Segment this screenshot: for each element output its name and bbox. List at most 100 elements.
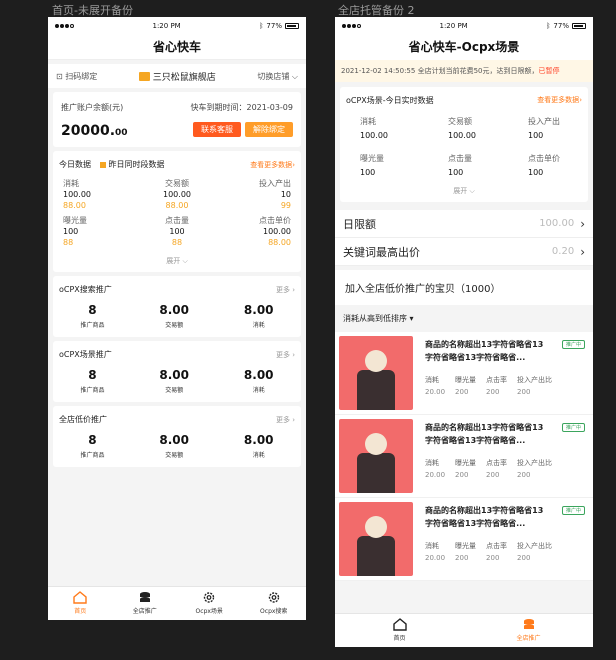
- product-name: 商品的名称超出13字符省略省13字符省略省13字符省略省...: [425, 340, 544, 362]
- stat-label: 投入产出比: [517, 376, 553, 384]
- account-card: 推广账户余额(元) 快车到期时间：2021-03-09 20000.00 联系客…: [53, 92, 301, 147]
- bluetooth-icon: ᛒ: [546, 21, 551, 30]
- expand-button[interactable]: 展开 ⌵: [53, 252, 301, 272]
- tab-ocpx-search[interactable]: Ocpx搜索: [242, 587, 307, 620]
- shop-bar: ⊡ 扫码绑定 三只松鼠旗舰店 切换店铺 ⌵: [48, 64, 306, 88]
- tab-home[interactable]: 首页: [48, 587, 113, 620]
- tab-store-promotion[interactable]: 全店推广: [113, 587, 178, 620]
- status-badge: 推广中: [561, 506, 585, 515]
- product-item[interactable]: 商品的名称超出13字符省略省13字符省略省13字符省略省... 推广中 消耗 20…: [335, 332, 593, 415]
- metric-value: 100: [63, 227, 79, 236]
- battery-icon: [571, 22, 586, 29]
- gear-icon: [268, 592, 279, 603]
- status-badge: 推广中: [561, 423, 585, 432]
- gear-icon: [204, 592, 215, 603]
- metric-label: 点击单价: [259, 216, 291, 225]
- balance-label: 推广账户余额(元): [61, 103, 124, 112]
- tab-store-promotion[interactable]: 全店推广: [464, 614, 593, 647]
- chevron-down-icon: ⌵: [182, 257, 188, 265]
- product-stat: 投入产出比 200: [517, 374, 552, 398]
- legend-swatch: [99, 161, 106, 168]
- metric-cell: 点击单价 100: [504, 153, 576, 178]
- view-more-label: 查看更多数据: [537, 96, 580, 104]
- product-stat: 曝光量 200: [455, 457, 476, 481]
- coins-icon: [523, 619, 534, 629]
- product-item[interactable]: 商品的名称超出13字符省略省13字符省略省13字符省略省... 推广中 消耗 20…: [335, 498, 593, 581]
- more-label: 更多: [275, 285, 290, 294]
- metric-label: 投入产出: [259, 179, 291, 188]
- metric-value: 100: [169, 227, 185, 236]
- bluetooth-icon: ᛒ: [259, 21, 264, 30]
- summary-item: 8.00 消耗: [244, 303, 274, 329]
- daily-limit-label: 日限额: [343, 217, 376, 231]
- battery-icon: [284, 22, 299, 29]
- summary-value: 8.00: [243, 368, 274, 382]
- summary-label: 推广商品: [80, 452, 105, 459]
- metric-cell: 点击量 100 88: [139, 215, 215, 248]
- stat-value: 20.00: [425, 471, 446, 479]
- product-image: [339, 336, 413, 410]
- notice-text: 2021-12-02 14:50:55 全店计划当前花费50元，达到日限额，: [341, 67, 539, 75]
- tab-home[interactable]: 首页: [335, 614, 464, 647]
- realtime-card: oCPX场景-今日实时数据 查看更多数据› 消耗 100.00 交易额 100.00…: [340, 87, 588, 202]
- contact-service-button[interactable]: 联系客服: [193, 121, 241, 137]
- summary-item: 8.00 交易额: [159, 303, 189, 329]
- summary-label: 交易额: [165, 387, 184, 394]
- metric-value: 100: [528, 131, 544, 140]
- stat-value: 20.00: [425, 554, 446, 562]
- stat-label: 投入产出比: [517, 459, 553, 467]
- daily-limit-row[interactable]: 日限额 100.00 ›: [335, 210, 593, 238]
- more-label: 更多: [275, 350, 290, 359]
- expand-button[interactable]: 展开 ⌵: [340, 180, 588, 202]
- more-link[interactable]: 更多 ›: [276, 350, 295, 360]
- switch-shop-button[interactable]: 切换店铺 ⌵: [257, 71, 298, 82]
- stat-label: 消耗: [425, 459, 439, 467]
- more-link[interactable]: 更多 ›: [276, 285, 295, 295]
- summary-item: 8 推广商品: [80, 368, 104, 394]
- product-stat: 消耗 20.00: [425, 457, 445, 481]
- product-name: 商品的名称超出13字符省略省13字符省略省13字符省略省...: [425, 506, 544, 528]
- stat-value: 200: [517, 471, 531, 479]
- today-metrics: 消耗 100.00 88.00 交易额 100.00 88.00 投入产出 10 99 曝光…: [53, 174, 301, 252]
- view-more-data-link[interactable]: 查看更多数据›: [250, 160, 295, 170]
- summary-value: 8.00: [159, 433, 189, 447]
- product-stat: 曝光量 200: [455, 540, 476, 564]
- metric-cell: 投入产出 10 99: [215, 178, 291, 211]
- unbind-button[interactable]: 解除绑定: [245, 121, 293, 137]
- summary-value: 8.00: [159, 368, 189, 382]
- summary-value: 8: [88, 433, 97, 447]
- metric-cell: 交易额 100.00 88.00: [139, 178, 215, 211]
- expand-label: 展开: [453, 187, 468, 195]
- stat-label: 曝光量: [455, 542, 477, 550]
- stat-label: 投入产出比: [517, 542, 553, 550]
- stat-label: 点击率: [486, 376, 508, 384]
- sort-label: 消耗从高到低排序: [343, 314, 407, 323]
- metric-cell: 曝光量 100 88: [63, 215, 139, 248]
- summary-label: 推广商品: [80, 322, 105, 329]
- tab-ocpx-scene[interactable]: Ocpx场景: [177, 587, 242, 620]
- summary-value: 8: [88, 368, 97, 382]
- page-title: 省心快车: [48, 34, 306, 60]
- stat-label: 曝光量: [455, 376, 477, 384]
- chevron-right-icon: ›: [580, 244, 585, 259]
- product-image: [339, 419, 413, 493]
- view-more-data-link[interactable]: 查看更多数据›: [537, 95, 582, 106]
- stat-value: 200: [486, 471, 500, 479]
- sort-dropdown[interactable]: 消耗从高到低排序 ▾: [335, 305, 593, 332]
- metric-value: 100.00: [263, 227, 291, 236]
- product-stat: 点击率 200: [486, 374, 507, 398]
- keyword-max-bid-row[interactable]: 关键词最高出价 0.20 ›: [335, 238, 593, 266]
- summary-label: 推广商品: [80, 387, 105, 394]
- product-item[interactable]: 商品的名称超出13字符省略省13字符省略省13字符省略省... 推广中 消耗 20…: [335, 415, 593, 498]
- metric-label: 点击量: [448, 154, 472, 163]
- metric-label: 曝光量: [360, 154, 384, 163]
- metric-value: 100: [448, 168, 464, 177]
- more-link[interactable]: 更多 ›: [276, 415, 295, 425]
- metric-value: 100.00: [360, 131, 388, 140]
- metric-prev: 88: [171, 238, 183, 247]
- summary-item: 8 推广商品: [80, 433, 104, 459]
- chevron-down-icon: ⌵: [291, 71, 298, 81]
- product-stat: 投入产出比 200: [517, 540, 552, 564]
- chevron-right-icon: ›: [580, 216, 585, 231]
- scan-bind-button[interactable]: ⊡ 扫码绑定: [56, 71, 97, 82]
